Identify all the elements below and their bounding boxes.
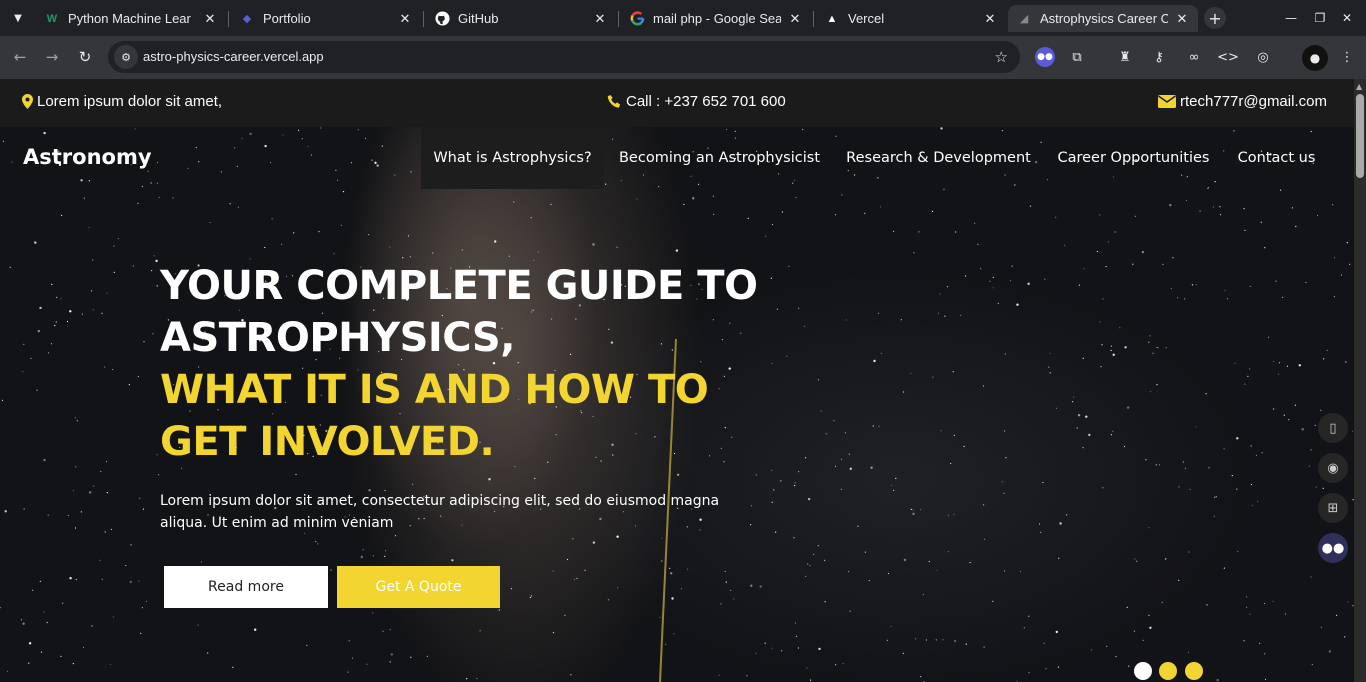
tab-title: Vercel bbox=[848, 11, 885, 26]
tab-title: Portfolio bbox=[263, 11, 311, 26]
phone-info: Call : +237 652 701 600 bbox=[607, 93, 786, 110]
bookmark-star-icon[interactable]: ☆ bbox=[995, 48, 1008, 66]
tab-vercel[interactable]: ▲ Vercel ✕ bbox=[816, 5, 1006, 32]
hero-title: YOUR COMPLETE GUIDE TO ASTROPHYSICS, WHA… bbox=[160, 260, 800, 468]
tab-portfolio[interactable]: ◆ Portfolio ✕ bbox=[231, 5, 421, 32]
scroll-up-arrow-icon[interactable]: ▲ bbox=[1356, 82, 1362, 91]
back-icon[interactable]: ← bbox=[9, 46, 31, 68]
profile-avatar-icon[interactable]: ● bbox=[1302, 45, 1328, 71]
tab-separator bbox=[813, 11, 814, 27]
hero-title-highlight-line: GET INVOLVED. bbox=[160, 419, 495, 465]
site-favicon-icon: ◢ bbox=[1019, 13, 1029, 25]
url-text[interactable]: astro-physics-career.vercel.app bbox=[143, 49, 324, 64]
screenshot-icon[interactable]: ◎ bbox=[1253, 47, 1273, 67]
w-logo-icon: W bbox=[46, 12, 58, 25]
location-pin-icon bbox=[22, 94, 33, 109]
forward-icon[interactable]: → bbox=[41, 46, 63, 68]
tab-separator bbox=[423, 11, 424, 27]
address-bar[interactable]: ⚙ astro-physics-career.vercel.app ☆ bbox=[108, 41, 1020, 73]
scrollbar-thumb[interactable] bbox=[1356, 94, 1364, 178]
envelope-icon bbox=[1158, 95, 1176, 108]
new-tab-button[interactable]: + bbox=[1204, 7, 1226, 29]
tab-astrophysics-career[interactable]: ◢ Astrophysics Career C ✕ bbox=[1008, 5, 1198, 32]
hero-title-line: YOUR COMPLETE GUIDE TO bbox=[160, 263, 758, 309]
tab-title: mail php - Google Sea bbox=[653, 11, 781, 26]
hero-title-line: ASTROPHYSICS, bbox=[160, 315, 515, 361]
close-icon[interactable]: ✕ bbox=[202, 11, 218, 27]
site-info-icon[interactable]: ⚙ bbox=[114, 45, 138, 69]
tab-title: Astrophysics Career C bbox=[1040, 11, 1168, 26]
vercel-icon: ▲ bbox=[826, 12, 838, 25]
tab-separator bbox=[228, 11, 229, 27]
address-info: Lorem ipsum dolor sit amet, bbox=[22, 93, 222, 110]
tab-python-machine-learning[interactable]: W Python Machine Lear ✕ bbox=[36, 5, 226, 32]
phone-text: Call : +237 652 701 600 bbox=[626, 93, 786, 110]
portfolio-icon: ◆ bbox=[242, 13, 252, 25]
address-text: Lorem ipsum dolor sit amet, bbox=[37, 93, 223, 110]
tab-strip: ▼ W Python Machine Lear ✕ ◆ Portfolio ✕ … bbox=[0, 0, 1366, 36]
nav-research-development[interactable]: Research & Development bbox=[834, 127, 1043, 189]
slider-dot[interactable] bbox=[1159, 662, 1177, 680]
tab-title: GitHub bbox=[458, 11, 499, 26]
hero-title-highlight-line: WHAT IT IS AND HOW TO bbox=[160, 367, 709, 413]
tab-search-icon[interactable]: ▼ bbox=[6, 6, 30, 30]
close-icon[interactable]: ✕ bbox=[397, 11, 413, 27]
slider-dot[interactable] bbox=[1185, 662, 1203, 680]
slider-dot-active[interactable] bbox=[1134, 662, 1152, 680]
close-icon[interactable]: ✕ bbox=[982, 11, 998, 27]
email-text[interactable]: rtech777r@gmail.com bbox=[1180, 93, 1327, 110]
reading-mode-icon[interactable]: ▯ bbox=[1318, 413, 1348, 443]
close-icon[interactable]: ✕ bbox=[787, 11, 803, 27]
tab-github[interactable]: GitHub ✕ bbox=[426, 5, 616, 32]
nav-contact-us[interactable]: Contact us bbox=[1224, 127, 1329, 189]
nav-what-is-astrophysics[interactable]: What is Astrophysics? bbox=[421, 127, 604, 189]
extensions-puzzle-icon[interactable]: ⧉ bbox=[1067, 47, 1087, 67]
github-icon bbox=[434, 11, 450, 27]
restore-icon[interactable]: ❐ bbox=[1310, 8, 1330, 28]
link-icon[interactable]: ∞ bbox=[1184, 47, 1204, 67]
reload-icon[interactable]: ↻ bbox=[74, 46, 96, 68]
get-a-quote-button[interactable]: Get A Quote bbox=[337, 566, 500, 608]
close-window-icon[interactable]: ✕ bbox=[1337, 8, 1357, 28]
phone-icon bbox=[607, 94, 622, 109]
contact-topbar: Lorem ipsum dolor sit amet, Call : +237 … bbox=[0, 79, 1354, 127]
tab-separator bbox=[618, 11, 619, 27]
apps-grid-icon[interactable]: ⊞ bbox=[1318, 493, 1348, 523]
menu-dots-icon[interactable]: ⋮ bbox=[1337, 47, 1357, 67]
assistant-ghost-icon[interactable]: ●● bbox=[1318, 533, 1348, 563]
read-more-button[interactable]: Read more bbox=[164, 566, 328, 608]
code-icon[interactable]: <> bbox=[1217, 47, 1239, 67]
incognito-icon[interactable]: ♜ bbox=[1115, 47, 1135, 67]
nav-career-opportunities[interactable]: Career Opportunities bbox=[1046, 127, 1221, 189]
podcast-icon[interactable]: ◉ bbox=[1318, 453, 1348, 483]
tab-google-search[interactable]: mail php - Google Sea ✕ bbox=[621, 5, 811, 32]
extension-ghost-icon[interactable]: ●● bbox=[1035, 47, 1055, 67]
email-info: rtech777r@gmail.com bbox=[1158, 93, 1327, 110]
key-icon[interactable]: ⚷ bbox=[1149, 47, 1169, 67]
tab-title: Python Machine Lear bbox=[68, 11, 191, 26]
close-icon[interactable]: ✕ bbox=[1174, 11, 1190, 27]
brand-logo[interactable]: Astronomy bbox=[23, 145, 152, 169]
browser-toolbar: ← → ↻ ⚙ astro-physics-career.vercel.app … bbox=[0, 36, 1366, 79]
google-icon bbox=[629, 11, 645, 27]
nav-becoming-astrophysicist[interactable]: Becoming an Astrophysicist bbox=[607, 127, 832, 189]
close-icon[interactable]: ✕ bbox=[592, 11, 608, 27]
hero-description: Lorem ipsum dolor sit amet, consectetur … bbox=[160, 493, 720, 531]
minimize-icon[interactable]: — bbox=[1281, 8, 1301, 28]
web-page: Lorem ipsum dolor sit amet, Call : +237 … bbox=[0, 79, 1354, 682]
